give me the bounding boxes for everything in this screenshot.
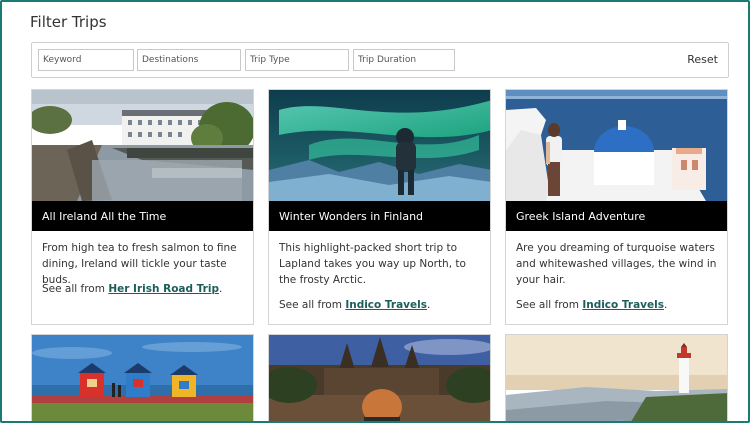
- trip-title[interactable]: All Ireland All the Time: [32, 201, 253, 231]
- source-link[interactable]: Her Irish Road Trip: [108, 283, 219, 295]
- source-prefix: See all from: [42, 283, 105, 295]
- trip-image-beach-huts[interactable]: [32, 335, 253, 421]
- trip-card-lighthouse[interactable]: [505, 334, 728, 421]
- trip-card-finland[interactable]: Winter Wonders in Finland This highlight…: [268, 89, 491, 325]
- source-suffix: .: [218, 283, 223, 295]
- trip-description: From high tea to fresh salmon to fine di…: [42, 242, 237, 286]
- trip-card-beach-huts[interactable]: [31, 334, 254, 421]
- trip-type-select[interactable]: Trip Type: [245, 49, 349, 71]
- keyword-input[interactable]: Keyword: [38, 49, 134, 71]
- trip-image-finland[interactable]: [269, 90, 490, 201]
- trip-duration-select[interactable]: Trip Duration: [353, 49, 455, 71]
- trip-card-angkor[interactable]: [268, 334, 491, 421]
- trip-card-greece[interactable]: Greek Island Adventure Are you dreaming …: [505, 89, 728, 325]
- source-suffix: .: [664, 299, 668, 311]
- trip-card-ireland[interactable]: All Ireland All the Time From high tea t…: [31, 89, 254, 325]
- trip-title[interactable]: Greek Island Adventure: [506, 201, 727, 231]
- page-frame: Filter Trips Keyword Destinations Trip T…: [0, 0, 750, 423]
- trip-image-angkor[interactable]: [269, 335, 490, 421]
- source-link[interactable]: Indico Travels: [345, 299, 427, 311]
- trip-image-ireland[interactable]: [32, 90, 253, 201]
- filter-bar: Keyword Destinations Trip Type Trip Dura…: [31, 42, 729, 78]
- trip-description: Are you dreaming of turquoise waters and…: [516, 242, 717, 286]
- trip-image-greece[interactable]: [506, 90, 727, 201]
- trip-source: See all from Indico Travels.: [279, 299, 430, 311]
- source-link[interactable]: Indico Travels: [582, 299, 664, 311]
- trip-image-lighthouse[interactable]: [506, 335, 727, 421]
- source-suffix: .: [427, 299, 431, 311]
- trip-description: This highlight-packed short trip to Lapl…: [279, 242, 466, 286]
- trip-source: See all from Indico Travels.: [516, 299, 667, 311]
- trip-title[interactable]: Winter Wonders in Finland: [269, 201, 490, 231]
- trip-source: See all from Her Irish Road Trip.: [42, 283, 222, 295]
- page-title: Filter Trips: [30, 13, 107, 31]
- destinations-select[interactable]: Destinations: [137, 49, 241, 71]
- source-prefix: See all from: [279, 299, 342, 311]
- source-prefix: See all from: [516, 299, 579, 311]
- reset-button[interactable]: Reset: [687, 53, 718, 66]
